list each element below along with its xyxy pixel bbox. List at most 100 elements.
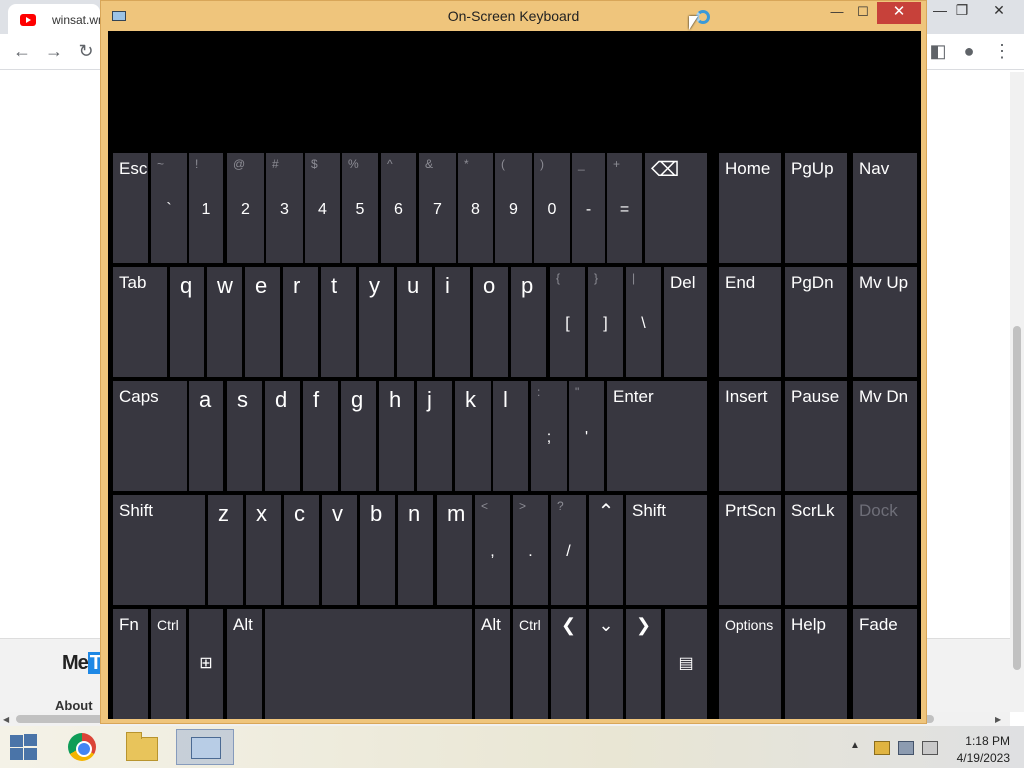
key-insert[interactable]: Insert: [719, 381, 781, 491]
key-symbol[interactable]: #3: [266, 153, 303, 263]
key-o[interactable]: o: [473, 267, 508, 377]
key-w[interactable]: w: [207, 267, 242, 377]
browser-close-button[interactable]: ✕: [984, 2, 1014, 19]
key-r[interactable]: r: [283, 267, 318, 377]
file-explorer-taskbar-button[interactable]: [120, 729, 164, 765]
scroll-left-arrow-icon[interactable]: ◀: [3, 715, 9, 724]
key-mv-up[interactable]: Mv Up: [853, 267, 917, 377]
key-t[interactable]: t: [321, 267, 356, 377]
key-space[interactable]: [265, 609, 472, 719]
key-ctrl[interactable]: Ctrl: [513, 609, 548, 719]
key-x[interactable]: x: [246, 495, 281, 605]
key-symbol[interactable]: & 7: [419, 153, 456, 263]
key-i[interactable]: i: [435, 267, 470, 377]
key-context-menu[interactable]: ▤: [665, 609, 707, 719]
osk-minimize-button[interactable]: —: [825, 2, 849, 24]
key-e[interactable]: e: [245, 267, 280, 377]
key-symbol[interactable]: {[: [550, 267, 585, 377]
key-dock[interactable]: Dock: [853, 495, 917, 605]
key-ctrl[interactable]: Ctrl: [151, 609, 186, 719]
key-c[interactable]: c: [284, 495, 319, 605]
key-alt[interactable]: Alt: [227, 609, 262, 719]
key-j[interactable]: j: [417, 381, 452, 491]
key-symbol[interactable]: (9: [495, 153, 532, 263]
key-y[interactable]: y: [359, 267, 394, 377]
key-s[interactable]: s: [227, 381, 262, 491]
key-symbol[interactable]: + =: [607, 153, 642, 263]
key-backspace[interactable]: ⌫: [645, 153, 707, 263]
key-n[interactable]: n: [398, 495, 433, 605]
key-fn[interactable]: Fn: [113, 609, 148, 719]
key-pause[interactable]: Pause: [785, 381, 847, 491]
key-symbol[interactable]: $4: [305, 153, 340, 263]
start-button[interactable]: [8, 734, 38, 760]
key-esc[interactable]: Esc: [113, 153, 148, 263]
browser-restore-button[interactable]: ❐: [947, 2, 977, 19]
key-shift[interactable]: Shift: [113, 495, 205, 605]
back-arrow-icon[interactable]: ←: [10, 41, 34, 62]
key-caps[interactable]: Caps: [113, 381, 187, 491]
key-u[interactable]: u: [397, 267, 432, 377]
key-symbol[interactable]: | \: [626, 267, 661, 377]
key-m[interactable]: m: [437, 495, 472, 605]
key-symbol[interactable]: :;: [531, 381, 567, 491]
key-d[interactable]: d: [265, 381, 300, 491]
key-symbol[interactable]: ? /: [551, 495, 586, 605]
vertical-scrollbar[interactable]: [1010, 72, 1024, 712]
key-alt[interactable]: Alt: [475, 609, 510, 719]
key-del[interactable]: Del: [664, 267, 707, 377]
key-a[interactable]: a: [189, 381, 223, 491]
key-left-arrow[interactable]: ❮: [551, 609, 586, 719]
key-help[interactable]: Help: [785, 609, 847, 719]
forward-arrow-icon[interactable]: →: [42, 41, 66, 62]
key-home[interactable]: Home: [719, 153, 781, 263]
clock-date[interactable]: 4/19/2023: [940, 751, 1010, 765]
key-symbol[interactable]: ! 1: [189, 153, 223, 263]
side-panel-icon[interactable]: ◧: [926, 41, 950, 62]
more-menu-icon[interactable]: ⋮: [990, 41, 1014, 62]
key-options[interactable]: Options: [719, 609, 781, 719]
key-symbol[interactable]: ) 0: [534, 153, 570, 263]
key-symbol[interactable]: % 5: [342, 153, 378, 263]
key-fade[interactable]: Fade: [853, 609, 917, 719]
key-symbol[interactable]: @2: [227, 153, 264, 263]
key-q[interactable]: q: [170, 267, 204, 377]
key-right-arrow[interactable]: ❯: [626, 609, 661, 719]
key-g[interactable]: g: [341, 381, 376, 491]
chrome-taskbar-button[interactable]: [62, 729, 102, 765]
key-h[interactable]: h: [379, 381, 414, 491]
key-l[interactable]: l: [493, 381, 528, 491]
key-z[interactable]: z: [208, 495, 243, 605]
scroll-right-arrow-icon[interactable]: ▶: [995, 715, 1001, 724]
key-end[interactable]: End: [719, 267, 781, 377]
key-scrlk[interactable]: ScrLk: [785, 495, 847, 605]
key-shift[interactable]: Shift: [626, 495, 707, 605]
key-b[interactable]: b: [360, 495, 395, 605]
key-mv-dn[interactable]: Mv Dn: [853, 381, 917, 491]
key-symbol[interactable]: <,: [475, 495, 510, 605]
about-link[interactable]: About: [55, 698, 93, 713]
key-f[interactable]: f: [303, 381, 338, 491]
vertical-scroll-thumb[interactable]: [1013, 326, 1021, 670]
key-symbol[interactable]: " ': [569, 381, 604, 491]
clock-time[interactable]: 1:18 PM: [940, 734, 1010, 748]
key-prtscn[interactable]: PrtScn: [719, 495, 781, 605]
site-logo[interactable]: Me T: [62, 652, 104, 675]
key-symbol[interactable]: }]: [588, 267, 623, 377]
key-symbol[interactable]: >.: [513, 495, 548, 605]
key-symbol[interactable]: ~ `: [151, 153, 187, 263]
osk-close-button[interactable]: ✕: [877, 2, 921, 24]
key-k[interactable]: k: [455, 381, 491, 491]
key-symbol[interactable]: * 8: [458, 153, 493, 263]
key-nav[interactable]: Nav: [853, 153, 917, 263]
key-up-arrow[interactable]: ⌃: [589, 495, 623, 605]
profile-icon[interactable]: ●: [957, 41, 981, 62]
action-center-flag-icon[interactable]: [874, 741, 890, 755]
key-symbol[interactable]: ^ 6: [381, 153, 416, 263]
key-enter[interactable]: Enter: [607, 381, 707, 491]
key-down-arrow[interactable]: ⌄: [589, 609, 623, 719]
volume-muted-icon[interactable]: [922, 741, 938, 755]
key-windows[interactable]: ⊞: [189, 609, 223, 719]
osk-titlebar[interactable]: On-Screen Keyboard — ☐ ✕: [101, 1, 926, 31]
key-pgup[interactable]: PgUp: [785, 153, 847, 263]
